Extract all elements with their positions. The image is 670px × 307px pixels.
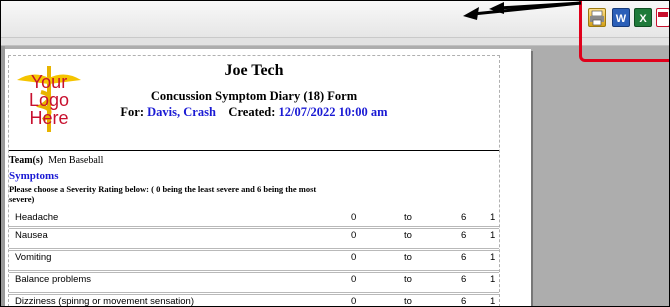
symptom-min: 0	[351, 296, 357, 307]
symptom-max: 6	[461, 274, 467, 285]
team-line: Team(s) Men Baseball	[9, 155, 103, 166]
symptom-max: 6	[461, 212, 467, 223]
symptom-rating: 1	[490, 230, 496, 241]
symptom-row: Nausea 0 to 6 1	[9, 226, 499, 249]
symptom-name: Balance problems	[15, 274, 92, 285]
patient-line: For: Davis, Crash Created: 12/07/2022 10…	[9, 105, 499, 120]
symptom-rating: 1	[490, 274, 496, 285]
symptom-row: Vomiting 0 to 6 1	[9, 248, 499, 271]
symptom-min: 0	[351, 212, 357, 223]
symptom-rating: 1	[490, 252, 496, 263]
symptom-max: 6	[461, 252, 467, 263]
report-body: Your Logo Here Joe Tech Concussion Sympt…	[8, 55, 500, 307]
toolbar-strip	[1, 38, 669, 46]
report-page: Your Logo Here Joe Tech Concussion Sympt…	[5, 49, 531, 307]
symptom-to: to	[404, 230, 412, 241]
severity-instructions: Please choose a Severity Rating below: (…	[9, 184, 317, 204]
company-name: Joe Tech	[224, 62, 284, 79]
symptom-min: 0	[351, 230, 357, 241]
report-header: Your Logo Here Joe Tech Concussion Sympt…	[9, 56, 499, 151]
for-label: For:	[120, 105, 145, 119]
symptom-to: to	[404, 252, 412, 263]
symptom-to: to	[404, 296, 412, 307]
team-value: Men Baseball	[48, 155, 104, 166]
patient-name: Davis, Crash	[147, 105, 216, 119]
symptom-row: Balance problems 0 to 6 1	[9, 270, 499, 293]
symptom-min: 0	[351, 252, 357, 263]
created-label: Created:	[228, 105, 276, 119]
symptom-to: to	[404, 274, 412, 285]
symptom-rating: 1	[490, 212, 496, 223]
viewer-toolbar	[1, 1, 669, 38]
symptom-max: 6	[461, 230, 467, 241]
team-label: Team(s)	[9, 155, 44, 166]
symptoms-heading: Symptoms	[9, 170, 59, 182]
created-value: 12/07/2022 10:00 am	[278, 105, 388, 119]
report-viewer-window: Your Logo Here Joe Tech Concussion Sympt…	[0, 0, 670, 307]
symptom-name: Headache	[15, 212, 59, 223]
symptom-min: 0	[351, 274, 357, 285]
symptom-row: Dizziness (spinng or movement sensation)…	[9, 292, 499, 307]
symptom-rating: 1	[490, 296, 496, 307]
symptom-name: Nausea	[15, 230, 48, 241]
symptom-name: Dizziness (spinng or movement sensation)	[15, 296, 194, 307]
symptom-to: to	[404, 212, 412, 223]
symptom-name: Vomiting	[15, 252, 52, 263]
symptom-max: 6	[461, 296, 467, 307]
form-title: Concussion Symptom Diary (18) Form	[150, 89, 358, 103]
highlight-box	[579, 1, 669, 62]
